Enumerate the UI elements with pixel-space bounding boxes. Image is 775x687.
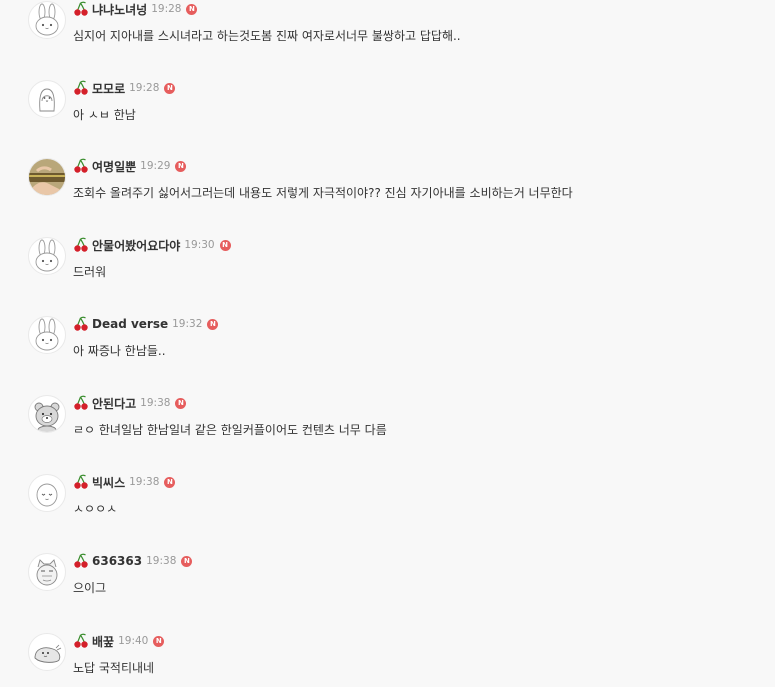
new-badge: N	[186, 3, 198, 15]
rabbit-avatar[interactable]	[28, 237, 66, 275]
comment-time: 19:38	[129, 476, 160, 488]
comment-meta: 냐냐노녀넝 19:28 N	[73, 1, 198, 18]
comment-item: 빅씨스 19:38 N ㅅㅇㅇㅅ	[0, 474, 775, 553]
new-badge: N	[153, 635, 165, 647]
cherry-icon	[74, 1, 88, 16]
nickname-link[interactable]: 안물어봤어요다야	[92, 237, 180, 254]
comment-meta: 빅씨스 19:38 N	[73, 474, 176, 491]
comment-meta: 모모로 19:28 N	[73, 80, 176, 97]
comment-item: 배꿒 19:40 N 노답 국적티내네	[0, 633, 775, 687]
new-badge: N	[175, 397, 187, 409]
nickname-link[interactable]: 빅씨스	[92, 474, 125, 491]
nickname-link[interactable]: 안된다고	[92, 395, 136, 412]
comment-item: Dead verse 19:32 N 아 짜증나 한남들..	[0, 316, 775, 395]
comment-text: 드러워	[73, 265, 107, 279]
bear-avatar[interactable]	[28, 395, 66, 433]
comment-time: 19:30	[184, 239, 215, 251]
comment-meta: 여명일뿐 19:29 N	[73, 158, 187, 175]
comment-text: 노답 국적티내네	[73, 661, 155, 675]
rabbit-avatar[interactable]	[28, 1, 66, 39]
bean-avatar[interactable]	[28, 474, 66, 512]
cat-avatar[interactable]	[28, 553, 66, 591]
comment-item: 냐냐노녀넝 19:28 N 심지어 지아내를 스시녀라고 하는것도봄 진짜 여자…	[0, 1, 775, 80]
nickname-link[interactable]: 배꿒	[92, 633, 114, 650]
comment-text: 조회수 올려주기 싫어서그러는데 내용도 저렇게 자극적이야?? 진심 자기아내…	[73, 186, 573, 200]
cherry-icon	[74, 158, 88, 173]
comment-time: 19:38	[146, 555, 177, 567]
comment-meta: 안된다고 19:38 N	[73, 395, 187, 412]
comment-meta: 배꿒 19:40 N	[73, 633, 165, 650]
comment-time: 19:32	[172, 318, 203, 330]
rabbit-avatar[interactable]	[28, 316, 66, 354]
comment-time: 19:29	[140, 160, 171, 172]
cherry-icon	[74, 316, 88, 331]
new-badge: N	[175, 160, 187, 172]
nickname-link[interactable]: 모모로	[92, 80, 125, 97]
cherry-icon	[74, 80, 88, 95]
comment-text: 아 짜증나 한남들..	[73, 344, 166, 358]
hand-photo-avatar[interactable]	[28, 158, 66, 196]
new-badge: N	[181, 555, 193, 567]
comment-meta: 안물어봤어요다야 19:30 N	[73, 237, 231, 253]
comment-meta: 636363 19:38 N	[73, 553, 193, 569]
nickname-link[interactable]: 여명일뿐	[92, 158, 136, 175]
comment-time: 19:28	[129, 82, 160, 94]
comment-text: ㅅㅇㅇㅅ	[73, 502, 118, 516]
new-badge: N	[164, 82, 176, 94]
comment-time: 19:38	[140, 397, 171, 409]
comment-text: 으이그	[73, 581, 107, 595]
comment-item: 안물어봤어요다야 19:30 N 드러워	[0, 237, 775, 316]
comment-text: 아 ㅅㅂ 한남	[73, 108, 136, 122]
cherry-icon	[74, 237, 88, 252]
nickname-link[interactable]: 냐냐노녀넝	[92, 1, 147, 18]
comment-item: 안된다고 19:38 N ㄹㅇ 한녀일남 한남일녀 같은 한일커플이어도 컨텐츠…	[0, 395, 775, 474]
seal-avatar[interactable]	[28, 633, 66, 671]
new-badge: N	[219, 239, 231, 251]
comment-meta: Dead verse 19:32 N	[73, 316, 219, 332]
new-badge: N	[207, 318, 219, 330]
comment-item: 여명일뿐 19:29 N 조회수 올려주기 싫어서그러는데 내용도 저렇게 자극…	[0, 158, 775, 237]
comment-text: 심지어 지아내를 스시녀라고 하는것도봄 진짜 여자로서너무 불쌍하고 답답해.…	[73, 29, 461, 43]
penguin-avatar[interactable]	[28, 80, 66, 118]
cherry-icon	[74, 474, 88, 489]
comment-time: 19:40	[118, 635, 149, 647]
nickname-link[interactable]: Dead verse	[92, 317, 168, 331]
new-badge: N	[164, 476, 176, 488]
comment-item: 636363 19:38 N 으이그	[0, 553, 775, 632]
comment-text: ㄹㅇ 한녀일남 한남일녀 같은 한일커플이어도 컨텐츠 너무 다름	[73, 423, 387, 437]
comment-item: 모모로 19:28 N 아 ㅅㅂ 한남	[0, 80, 775, 159]
nickname-link[interactable]: 636363	[92, 554, 142, 568]
cherry-icon	[74, 395, 88, 410]
comment-list: 냐냐노녀넝 19:28 N 심지어 지아내를 스시녀라고 하는것도봄 진짜 여자…	[0, 0, 775, 687]
cherry-icon	[74, 553, 88, 568]
comment-time: 19:28	[151, 3, 182, 15]
cherry-icon	[74, 633, 88, 648]
